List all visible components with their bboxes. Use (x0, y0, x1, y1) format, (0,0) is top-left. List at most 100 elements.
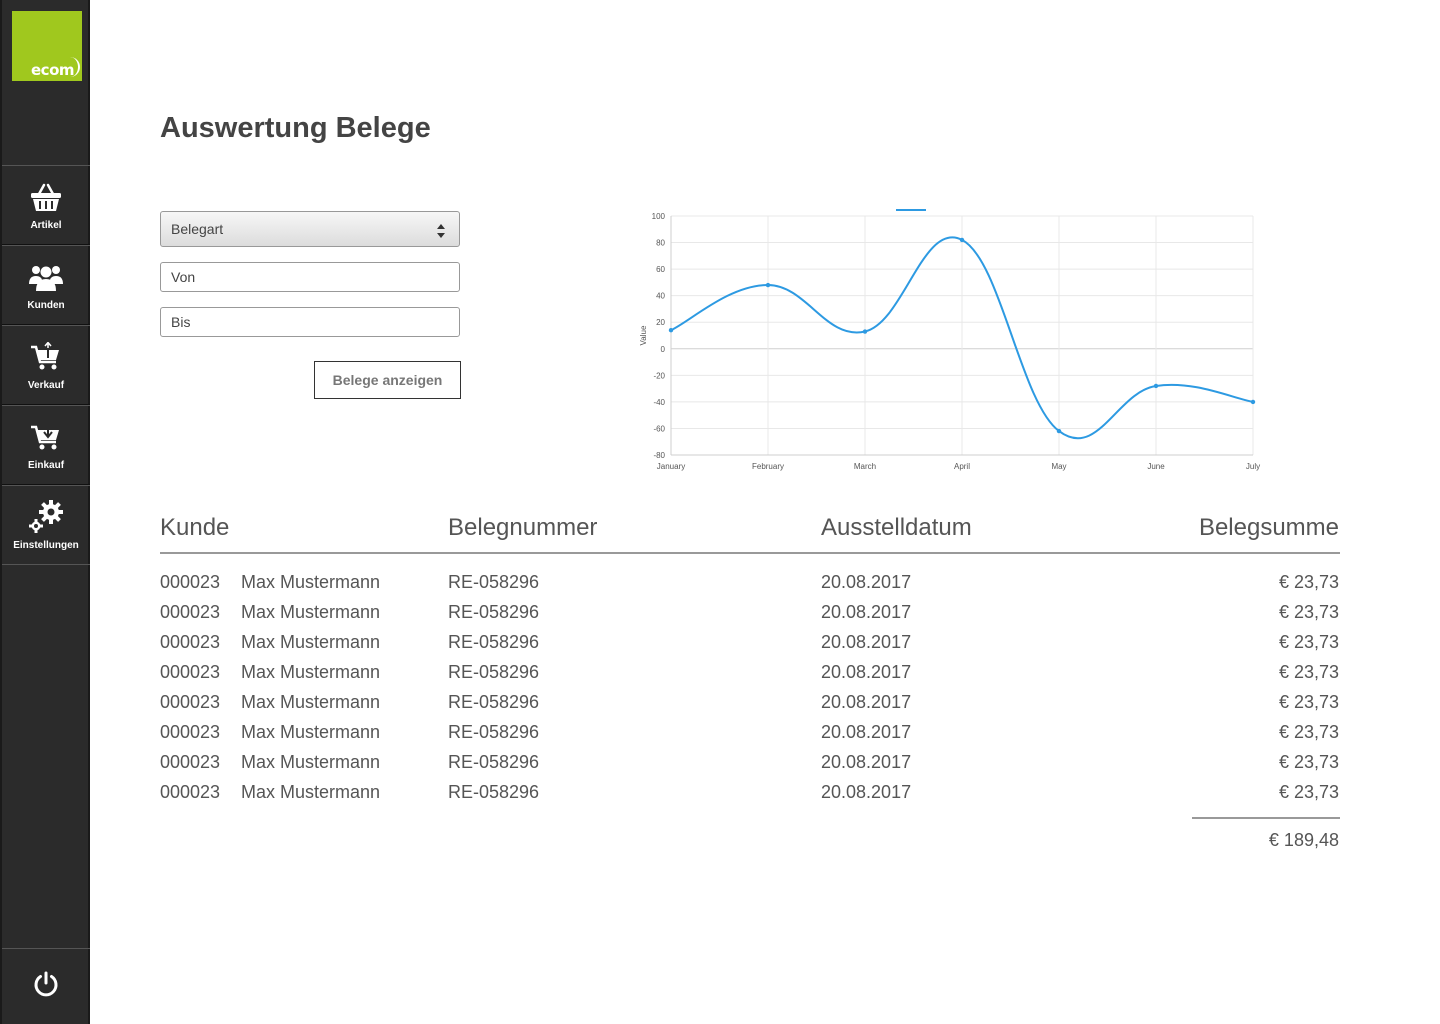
beleg-sum: € 23,73 (1278, 782, 1339, 802)
beleg-number: RE-058296 (448, 722, 540, 742)
customer-name: Max Mustermann (241, 662, 381, 682)
beleg-sum: € 23,73 (1278, 572, 1339, 592)
y-tick-label: 80 (656, 239, 665, 248)
issue-date: 20.08.2017 (821, 572, 912, 592)
cart-out-icon (28, 340, 64, 374)
sidebar-item-einstellungen[interactable]: Einstellungen (2, 485, 90, 565)
power-icon (32, 970, 60, 1003)
table-body: 000023 Max Mustermann RE-058296 20.08.2017 €… (160, 570, 1340, 810)
table-row[interactable]: 000023 Max Mustermann RE-058296 20.08.2017 €… (160, 600, 1340, 630)
table-row[interactable]: 000023 Max Mustermann RE-058296 20.08.2017 €… (160, 750, 1340, 780)
sidebar-item-label: Kunden (27, 299, 65, 311)
cart-in-icon (28, 420, 64, 454)
table-row[interactable]: 000023 Max Mustermann RE-058296 20.08.2017 €… (160, 780, 1340, 810)
customer-name: Max Mustermann (241, 782, 381, 802)
x-tick-label: June (1147, 462, 1165, 471)
beleg-number: RE-058296 (448, 752, 540, 772)
total-divider (1192, 817, 1340, 819)
customer-name: Max Mustermann (241, 692, 381, 712)
beleg-number: RE-058296 (448, 602, 540, 622)
issue-date: 20.08.2017 (821, 632, 912, 652)
sidebar-item-label: Einstellungen (13, 539, 79, 551)
y-axis-label: Value (639, 325, 648, 345)
header-kunde[interactable]: Kunde (160, 514, 229, 542)
table-row[interactable]: 000023 Max Mustermann RE-058296 20.08.2017 €… (160, 570, 1340, 600)
customer-number: 000023 (160, 752, 221, 772)
belegart-value: Belegart (171, 221, 224, 237)
beleg-sum: € 23,73 (1278, 692, 1339, 712)
customer-name: Max Mustermann (241, 602, 381, 622)
customer-name: Max Mustermann (241, 722, 381, 742)
y-tick-label: 60 (656, 265, 665, 274)
data-point (765, 282, 771, 288)
beleg-sum: € 23,73 (1278, 632, 1339, 652)
customer-number: 000023 (160, 572, 221, 592)
bis-field[interactable]: Bis (160, 307, 460, 337)
sidebar-item-einkauf[interactable]: Einkauf (2, 405, 90, 485)
table-header: Kunde Belegnummer Ausstelldatum Belegsum… (160, 510, 1340, 554)
basket-icon (28, 180, 64, 214)
header-belegnummer[interactable]: Belegnummer (448, 514, 597, 542)
header-ausstelldatum[interactable]: Ausstelldatum (821, 514, 972, 542)
sidebar-item-label: Verkauf (27, 379, 65, 391)
bis-label: Bis (171, 314, 191, 330)
x-tick-label: May (1051, 462, 1066, 471)
data-point (959, 237, 965, 243)
users-icon (28, 260, 64, 294)
customer-name: Max Mustermann (241, 572, 381, 592)
ecom-logo[interactable]: ecom (12, 11, 82, 81)
x-tick-label: January (657, 462, 685, 471)
x-tick-label: April (954, 462, 970, 471)
sidebar-item-kunden[interactable]: Kunden (2, 245, 90, 325)
von-field[interactable]: Von (160, 262, 460, 292)
sidebar-item-artikel[interactable]: Artikel (2, 165, 90, 245)
x-tick-label: February (752, 462, 784, 471)
page-title: Auswertung Belege (160, 112, 431, 144)
belege-anzeigen-button[interactable]: Belege anzeigen (314, 361, 461, 399)
power-button[interactable] (2, 948, 90, 1024)
beleg-sum: € 23,73 (1278, 662, 1339, 682)
y-tick-label: 0 (661, 345, 666, 354)
total-sum: € 189,48 (1268, 830, 1339, 850)
customer-number: 000023 (160, 602, 221, 622)
sidebar-item-label: Einkauf (27, 459, 65, 471)
beleg-number: RE-058296 (448, 692, 540, 712)
customer-name: Max Mustermann (241, 632, 381, 652)
table-row[interactable]: 000023 Max Mustermann RE-058296 20.08.2017 €… (160, 720, 1340, 750)
issue-date: 20.08.2017 (821, 752, 912, 772)
belegart-select[interactable]: Belegart (160, 211, 460, 247)
select-arrows-icon (436, 223, 446, 239)
y-tick-label: -60 (653, 424, 665, 433)
beleg-sum: € 23,73 (1278, 752, 1339, 772)
issue-date: 20.08.2017 (821, 602, 912, 622)
table-row[interactable]: 000023 Max Mustermann RE-058296 20.08.2017 €… (160, 660, 1340, 690)
issue-date: 20.08.2017 (821, 782, 912, 802)
y-tick-label: 100 (652, 212, 666, 221)
customer-number: 000023 (160, 662, 221, 682)
header-belegsumme[interactable]: Belegsumme (1199, 514, 1339, 542)
beleg-sum: € 23,73 (1278, 722, 1339, 742)
data-point (668, 327, 674, 333)
y-tick-label: -40 (653, 398, 665, 407)
data-point (862, 329, 868, 334)
issue-date: 20.08.2017 (821, 722, 912, 742)
sidebar-item-label: Artikel (30, 219, 62, 231)
sidebar-item-verkauf[interactable]: Verkauf (2, 325, 90, 405)
customer-number: 000023 (160, 632, 221, 652)
data-point (1153, 383, 1159, 389)
x-tick-label: July (1246, 462, 1260, 471)
x-tick-label: March (854, 462, 876, 471)
sidebar: ecom Artikel Kunden Verkauf Einkauf Eins… (0, 0, 90, 1024)
customer-name: Max Mustermann (241, 752, 381, 772)
beleg-number: RE-058296 (448, 572, 540, 592)
y-tick-label: 20 (656, 318, 665, 327)
customer-number: 000023 (160, 692, 221, 712)
beleg-number: RE-058296 (448, 782, 540, 802)
y-tick-label: -20 (653, 371, 665, 380)
issue-date: 20.08.2017 (821, 692, 912, 712)
table-row[interactable]: 000023 Max Mustermann RE-058296 20.08.2017 €… (160, 630, 1340, 660)
y-tick-label: 40 (656, 292, 665, 301)
y-tick-label: -80 (653, 451, 665, 460)
table-row[interactable]: 000023 Max Mustermann RE-058296 20.08.2017 €… (160, 690, 1340, 720)
data-point (1056, 428, 1062, 434)
